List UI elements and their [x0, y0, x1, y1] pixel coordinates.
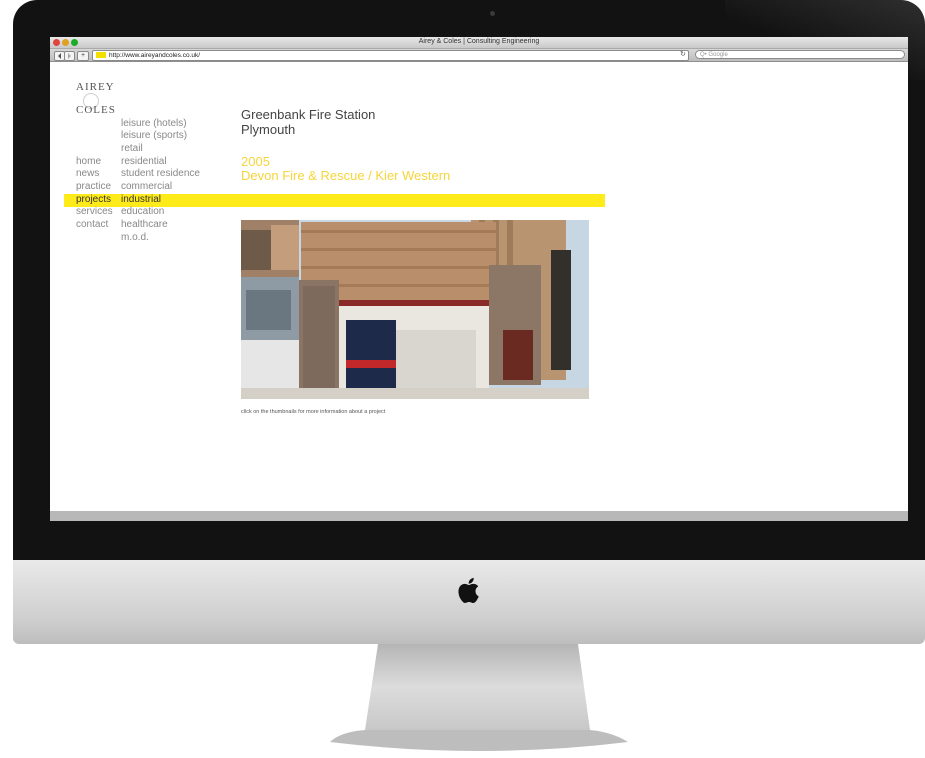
monitor-stand	[330, 644, 628, 751]
